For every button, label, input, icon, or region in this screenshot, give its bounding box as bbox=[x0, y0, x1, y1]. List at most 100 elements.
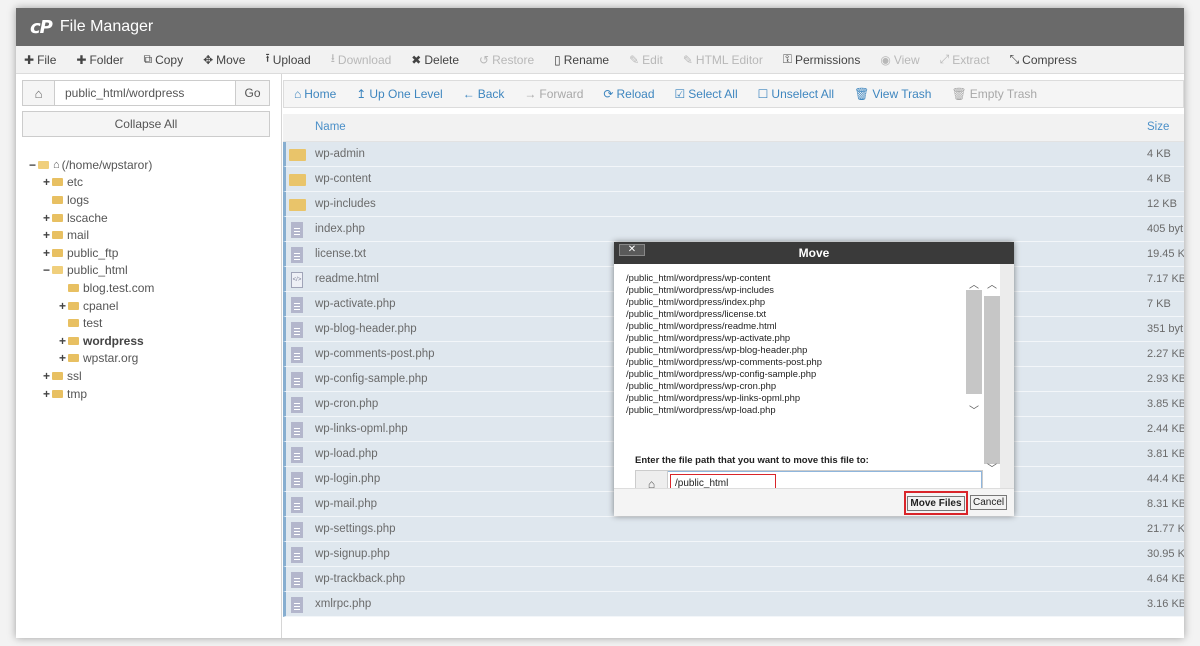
table-row[interactable]: wp-content 4 KB bbox=[283, 167, 1184, 192]
cancel-button[interactable]: Cancel bbox=[970, 495, 1008, 510]
expand-icon[interactable]: + bbox=[42, 369, 51, 383]
chevron-up-icon[interactable]: ︿ bbox=[969, 276, 979, 291]
table-row[interactable]: wp-includes 12 KB bbox=[283, 192, 1184, 217]
expand-icon[interactable]: + bbox=[42, 211, 51, 225]
home-icon: ⌂ bbox=[53, 158, 60, 171]
nav-select-all-button[interactable]: ☑ Select All bbox=[675, 87, 738, 101]
folder-icon bbox=[289, 172, 306, 186]
toolbar-move-button[interactable]: ✥ Move bbox=[203, 53, 245, 67]
move-files-button[interactable]: Move Files bbox=[907, 495, 965, 511]
tree-item-wpstar-org[interactable]: + wpstar.org bbox=[28, 350, 278, 368]
toolbar-html-editor-button[interactable]: ✎ HTML Editor bbox=[683, 53, 763, 67]
extract-icon: ⤢ bbox=[939, 52, 950, 66]
file-name: wp-comments-post.php bbox=[315, 348, 435, 360]
key-icon: ⚿ bbox=[782, 52, 792, 66]
dialog-scrollbar[interactable]: ︿ ﹀ bbox=[984, 264, 1000, 488]
nav-home-button[interactable]: ⌂ Home bbox=[294, 87, 336, 101]
nav-reload-button[interactable]: ⟳ Reload bbox=[603, 87, 654, 101]
collapse-icon[interactable]: − bbox=[28, 158, 37, 172]
tree-item-blog-test-com[interactable]: blog.test.com bbox=[28, 279, 278, 297]
arrow-left-icon: ← bbox=[462, 87, 475, 101]
home-icon[interactable]: ⌂ bbox=[23, 81, 55, 105]
tree-item-lscache[interactable]: + lscache bbox=[28, 209, 278, 227]
toolbar-compress-button[interactable]: ⤡ Compress bbox=[1010, 52, 1077, 67]
column-name[interactable]: Name bbox=[315, 121, 346, 133]
table-row[interactable]: wp-trackback.php 4.64 KB bbox=[283, 567, 1184, 592]
collapse-all-button[interactable]: Collapse All bbox=[22, 111, 270, 137]
nav-forward-button[interactable]: → Forward bbox=[524, 87, 583, 101]
scroll-thumb[interactable] bbox=[966, 290, 982, 394]
file-size: 2.27 KB bbox=[1147, 348, 1184, 360]
tree-item-public-html[interactable]: − public_html bbox=[28, 262, 278, 280]
folder-icon bbox=[68, 336, 79, 345]
column-size[interactable]: Size bbox=[1147, 121, 1169, 133]
tree-item-tmp[interactable]: + tmp bbox=[28, 385, 278, 403]
toolbar-copy-button[interactable]: ⧉ Copy bbox=[143, 52, 183, 67]
chevron-up-icon[interactable]: ︿ bbox=[987, 276, 997, 291]
table-row[interactable]: wp-signup.php 30.95 K bbox=[283, 542, 1184, 567]
dialog-content: /public_html/wordpress/wp-content/public… bbox=[614, 264, 1000, 497]
tree-item-logs[interactable]: logs bbox=[28, 191, 278, 209]
arrow-up-icon: ↥ bbox=[356, 87, 367, 101]
toolbar-extract-button[interactable]: ⤢ Extract bbox=[940, 52, 990, 67]
folder-icon bbox=[52, 195, 63, 204]
html-editor-icon: ✎ bbox=[682, 52, 693, 67]
list-item: /public_html/wordpress/license.txt bbox=[626, 308, 767, 319]
nav-up-one-level-button[interactable]: ↥ Up One Level bbox=[356, 87, 442, 101]
expand-icon[interactable]: + bbox=[58, 351, 67, 365]
file-icon bbox=[289, 372, 303, 388]
tree-item-ssl[interactable]: + ssl bbox=[28, 367, 278, 385]
nav-back-button[interactable]: ← Back bbox=[463, 87, 505, 101]
file-size: 30.95 K bbox=[1147, 548, 1184, 560]
file-list-scrollbar[interactable]: ︿ ﹀ bbox=[966, 276, 982, 418]
tree-item-wordpress[interactable]: + wordpress bbox=[28, 332, 278, 350]
toolbar-upload-button[interactable]: ⭱ Upload bbox=[265, 49, 310, 70]
folder-icon bbox=[68, 319, 79, 328]
selected-files-list: /public_html/wordpress/wp-content/public… bbox=[626, 272, 966, 418]
expand-icon[interactable]: + bbox=[42, 175, 51, 189]
toolbar-file-button[interactable]: ✚ File bbox=[24, 53, 56, 67]
toolbar-restore-button[interactable]: ↺ Restore bbox=[479, 53, 534, 67]
tree-label: logs bbox=[67, 192, 90, 207]
nav-empty-trash-button[interactable]: 🗑 Empty Trash bbox=[951, 87, 1037, 101]
tree-item-cpanel[interactable]: + cpanel bbox=[28, 297, 278, 315]
file-name: wp-load.php bbox=[315, 448, 378, 460]
path-input[interactable]: public_html/wordpress bbox=[55, 81, 235, 105]
expand-icon[interactable]: + bbox=[42, 387, 51, 401]
tree-item-mail[interactable]: + mail bbox=[28, 226, 278, 244]
chevron-down-icon[interactable]: ﹀ bbox=[969, 402, 979, 417]
tree-item-test[interactable]: test bbox=[28, 314, 278, 332]
table-row[interactable]: index.php 405 byt bbox=[283, 217, 1184, 242]
file-name: xmlrpc.php bbox=[315, 598, 372, 610]
table-row[interactable]: wp-admin 4 KB bbox=[283, 142, 1184, 167]
nav-unselect-all-button[interactable]: ☐ Unselect All bbox=[758, 87, 834, 101]
toolbar-download-button[interactable]: ⭳ Download bbox=[331, 49, 392, 70]
toolbar-rename-button[interactable]: ▯ Rename bbox=[554, 53, 609, 67]
tree-item-home-wpstaror[interactable]: − ⌂ (/home/wpstaror) bbox=[28, 156, 278, 174]
nav-view-trash-button[interactable]: 🗑 View Trash bbox=[854, 87, 931, 101]
toolbar-delete-button[interactable]: ✖ Delete bbox=[411, 53, 459, 67]
file-icon bbox=[289, 572, 303, 588]
toolbar-label: Edit bbox=[642, 52, 663, 67]
toolbar-permissions-button[interactable]: ⚿ Permissions bbox=[783, 52, 861, 67]
eye-icon: ◉ bbox=[880, 52, 891, 67]
file-name: wp-mail.php bbox=[315, 498, 377, 510]
table-row[interactable]: xmlrpc.php 3.16 KB bbox=[283, 592, 1184, 617]
tree-item-etc[interactable]: + etc bbox=[28, 174, 278, 192]
trash-icon: 🗑 bbox=[951, 87, 967, 101]
table-row[interactable]: wp-settings.php 21.77 K bbox=[283, 517, 1184, 542]
toolbar-view-button[interactable]: ◉ View bbox=[880, 53, 919, 67]
toolbar-edit-button[interactable]: ✎ Edit bbox=[629, 53, 663, 67]
expand-icon[interactable]: + bbox=[58, 299, 67, 313]
tree-item-public-ftp[interactable]: + public_ftp bbox=[28, 244, 278, 262]
go-button[interactable]: Go bbox=[235, 81, 269, 105]
expand-icon[interactable]: + bbox=[42, 228, 51, 242]
expand-icon[interactable]: + bbox=[58, 334, 67, 348]
file-name: wp-content bbox=[315, 173, 372, 185]
toolbar-folder-button[interactable]: ✚ Folder bbox=[76, 53, 123, 67]
close-icon[interactable]: ✕ bbox=[619, 244, 645, 256]
collapse-icon[interactable]: − bbox=[42, 263, 51, 277]
file-name: wp-blog-header.php bbox=[315, 323, 417, 335]
expand-icon[interactable]: + bbox=[42, 246, 51, 260]
chevron-down-icon[interactable]: ﹀ bbox=[987, 460, 997, 475]
